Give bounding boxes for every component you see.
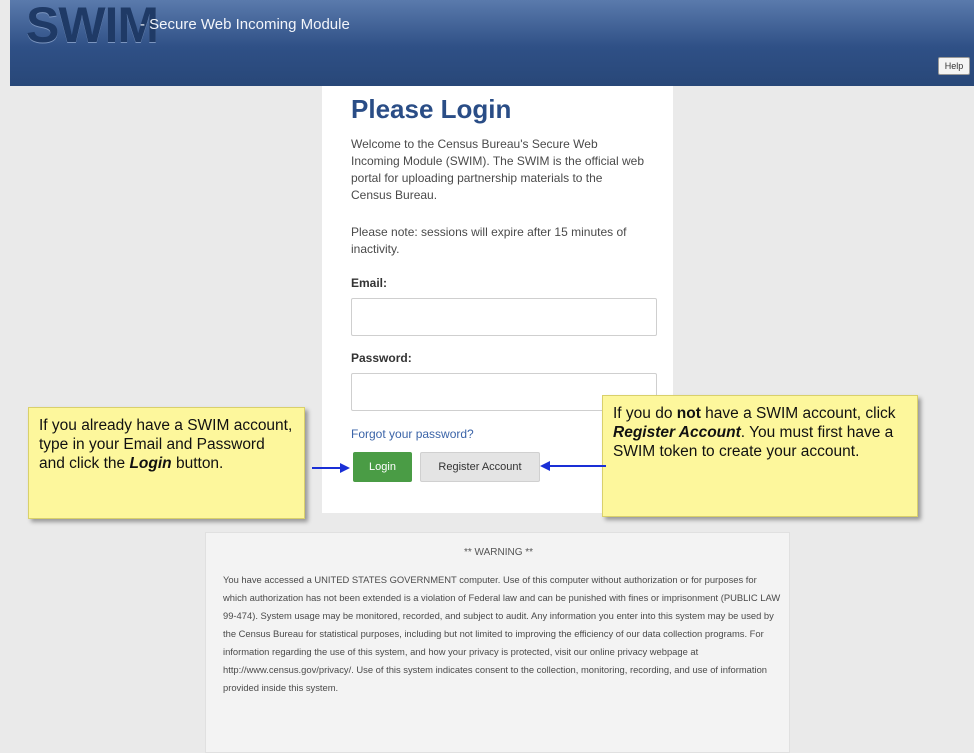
callout-right-bold: not <box>676 405 701 422</box>
callout-right-text: If you do <box>613 405 677 422</box>
email-label: Email: <box>351 276 388 290</box>
callout-right-emphasis: Register Account <box>613 424 741 441</box>
email-field[interactable] <box>351 298 657 336</box>
swim-logo: SWIM <box>26 0 159 53</box>
app-header: SWIM - Secure Web Incoming Module Help <box>10 0 974 86</box>
password-label: Password: <box>351 351 412 365</box>
welcome-text: Welcome to the Census Bureau's Secure We… <box>351 137 644 202</box>
help-button[interactable]: Help <box>938 57 970 75</box>
callout-right-text-mid: have a SWIM account, click <box>700 405 896 422</box>
warning-title: ** WARNING ** <box>463 547 534 558</box>
login-button[interactable]: Login <box>353 452 412 482</box>
register-account-button[interactable]: Register Account <box>420 452 540 482</box>
warning-body: You have accessed a UNITED STATES GOVERN… <box>223 574 781 693</box>
warning-notice: ** WARNING ** You have accessed a UNITED… <box>205 532 790 753</box>
login-instructions-callout: If you already have a SWIM account, type… <box>28 407 305 519</box>
page-title: Please Login <box>351 94 512 124</box>
app-subtitle: - Secure Web Incoming Module <box>140 16 350 33</box>
callout-left-emphasis: Login <box>129 455 172 472</box>
callout-left-text-end: button. <box>171 455 224 472</box>
register-instructions-callout: If you do not have a SWIM account, click… <box>602 395 918 517</box>
forgot-password-link[interactable]: Forgot your password? <box>351 427 474 441</box>
session-note: Please note: sessions will expire after … <box>351 225 627 256</box>
